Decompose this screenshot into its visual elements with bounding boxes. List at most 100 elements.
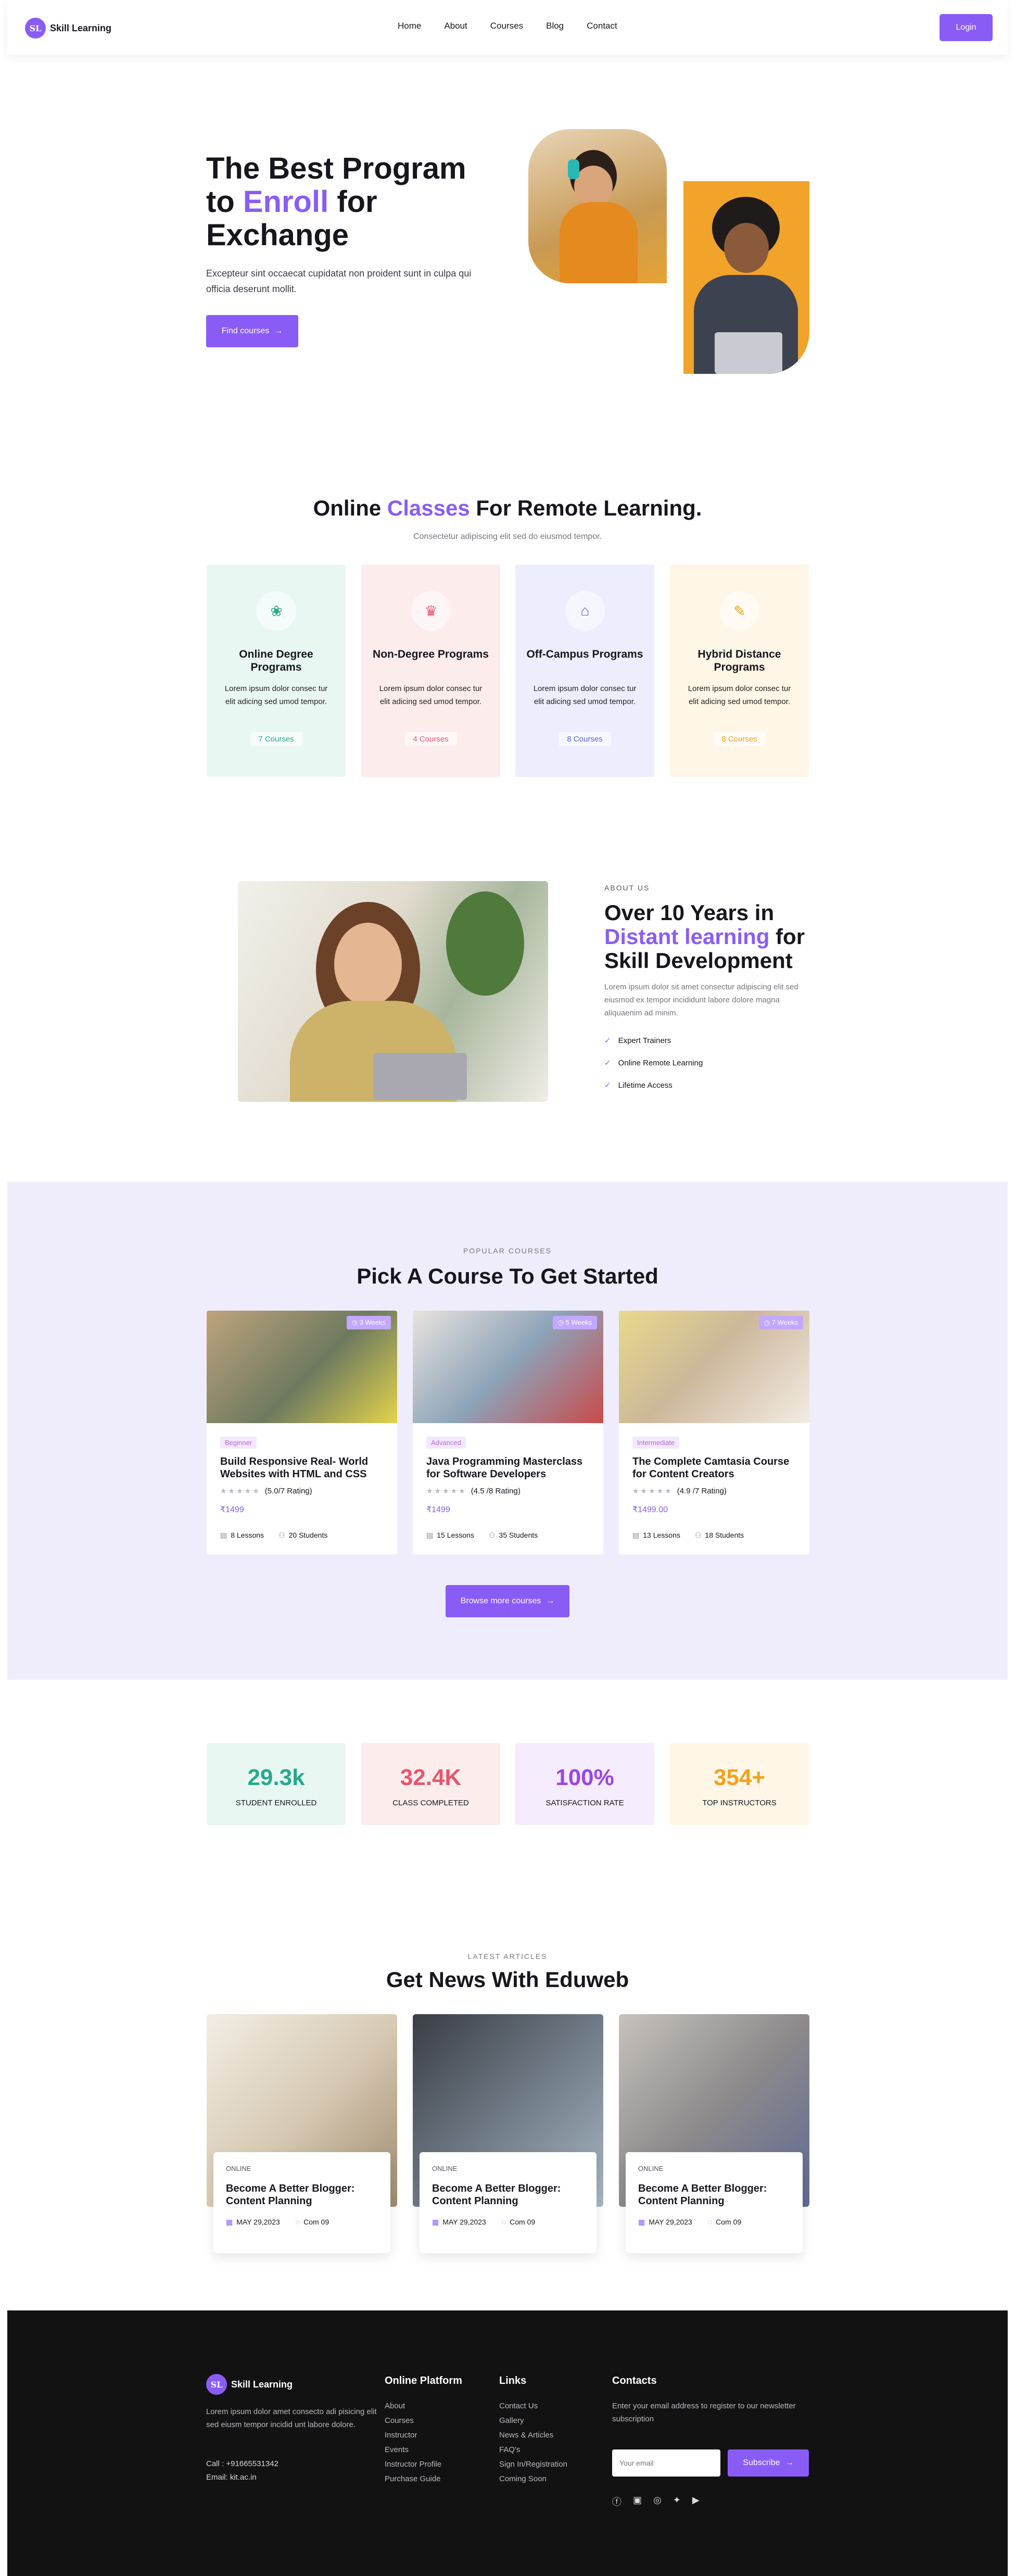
course-title[interactable]: Build Responsive Real- World Websites wi…: [220, 1455, 382, 1480]
main-menu: Home About Courses Blog Contact: [398, 21, 640, 31]
news-title[interactable]: Become A Better Blogger: Content Plannin…: [432, 2182, 583, 2207]
login-button[interactable]: Login: [940, 14, 993, 41]
courses-title: Pick A Course To Get Started: [357, 1264, 658, 1288]
category-description: Lorem ipsum dolor consec tur elit adicin…: [688, 684, 791, 706]
footer-link[interactable]: Coming Soon: [499, 2474, 567, 2483]
footer-link[interactable]: Instructor: [385, 2431, 462, 2440]
footer-link[interactable]: FAQ's: [499, 2445, 567, 2454]
footer-newsletter: Contacts Enter your email address to reg…: [612, 2375, 810, 2507]
course-title[interactable]: Java Programming Masterclass for Softwar…: [426, 1455, 588, 1480]
category-name: Non-Degree Programs: [373, 648, 489, 660]
hero-title: The Best Program to Enroll for Exchange: [206, 152, 498, 252]
book-icon: ▤: [426, 1531, 434, 1539]
site-logo[interactable]: SL Skill Learning: [25, 18, 111, 39]
logo-text: Skill Learning: [50, 22, 112, 33]
footer-link[interactable]: About: [385, 2402, 462, 2410]
course-count-badge[interactable]: 7 Courses: [250, 732, 302, 746]
stat-card: 100% SATISFACTION RATE: [515, 1743, 654, 1825]
news-comments-label: Com 09: [303, 2218, 329, 2226]
facebook-icon[interactable]: ⓕ: [612, 2495, 621, 2508]
students-label: 18 Students: [705, 1531, 744, 1539]
youtube-icon[interactable]: ▶: [692, 2495, 700, 2508]
check-item: ✓ Online Remote Learning: [604, 1058, 703, 1068]
users-icon: ⚇: [278, 1531, 285, 1539]
footer-link[interactable]: Events: [385, 2445, 462, 2454]
level-badge: Beginner: [220, 1437, 257, 1449]
duration-badge: ◷ 3 Weeks: [346, 1316, 391, 1329]
news-card[interactable]: ONLINE Become A Better Blogger: Content P…: [619, 2014, 809, 2253]
arrow-right-icon: →: [274, 326, 283, 335]
laptop-icon: [373, 1053, 467, 1100]
footer-link[interactable]: Gallery: [499, 2416, 567, 2425]
course-meta: ▤ 13 Lessons ⚇ 18 Students: [632, 1531, 744, 1540]
footer-contact: Call : +91665531342 Email: kit.ac.in: [206, 2457, 278, 2484]
face-shape: [724, 223, 769, 273]
footer-platform-title: Online Platform: [385, 2375, 462, 2386]
certificate-icon: ♛: [411, 591, 451, 631]
course-count-badge[interactable]: 8 Courses: [713, 732, 766, 746]
news-eyebrow: LATEST ARTICLES: [467, 1952, 548, 1961]
footer-link[interactable]: Courses: [385, 2416, 462, 2425]
lessons-count: ▤ 15 Lessons: [426, 1531, 474, 1540]
about-title-accent: Distant learning: [604, 924, 770, 949]
hybrid-icon: ✎: [720, 591, 759, 631]
course-card[interactable]: ◷ 5 Weeks Advanced Java Programming Master…: [413, 1311, 603, 1554]
category-card[interactable]: ❀ Online Degree Programs Lorem ipsum dolor…: [207, 564, 346, 777]
about-image-student: [238, 881, 548, 1102]
news-meta: ▦ MAY 29,2023 ◌ Com 09: [432, 2218, 535, 2227]
news-title[interactable]: Become A Better Blogger: Content Plannin…: [226, 2182, 377, 2207]
news-meta: ▦ MAY 29,2023 ◌ Com 09: [226, 2218, 329, 2227]
footer-link[interactable]: Contact Us: [499, 2402, 567, 2410]
category-description: Lorem ipsum dolor consec tur elit adicin…: [379, 684, 483, 706]
footer-logo[interactable]: SL Skill Learning: [206, 2374, 293, 2395]
course-count-badge[interactable]: 8 Courses: [559, 732, 611, 746]
news-comments: ◌ Com 09: [502, 2218, 535, 2227]
news-category: ONLINE: [432, 2165, 458, 2172]
stat-card: 354+ TOP INSTRUCTORS: [670, 1743, 809, 1825]
nav-contact[interactable]: Contact: [587, 21, 617, 31]
footer-link[interactable]: Purchase Guide: [385, 2474, 462, 2483]
about-eyebrow: ABOUT US: [604, 884, 650, 892]
page: SL Skill Learning Home About Courses Blo…: [0, 0, 1015, 2576]
rating-label: (5.0/7 Rating): [264, 1487, 312, 1496]
news-category: ONLINE: [226, 2165, 251, 2172]
news-title[interactable]: Become A Better Blogger: Content Plannin…: [638, 2182, 789, 2207]
category-card[interactable]: ✎ Hybrid Distance Programs Lorem ipsum dol…: [670, 564, 809, 777]
check-item: ✓ Expert Trainers: [604, 1036, 671, 1046]
check-icon: ✓: [604, 1036, 611, 1045]
news-card[interactable]: ONLINE Become A Better Blogger: Content P…: [207, 2014, 397, 2253]
calendar-icon: ▦: [432, 2218, 439, 2226]
stat-number: 354+: [713, 1765, 766, 1790]
arrow-right-icon: →: [785, 2458, 794, 2467]
course-card[interactable]: ◷ 3 Weeks Beginner Build Responsive Real- …: [207, 1311, 397, 1554]
rating-label: (4.5 /8 Rating): [471, 1487, 521, 1496]
star-rating-icon: ★★★★★: [426, 1487, 467, 1495]
nav-blog[interactable]: Blog: [546, 21, 564, 31]
course-count-badge[interactable]: 4 Courses: [404, 732, 457, 746]
nav-about[interactable]: About: [444, 21, 467, 31]
linkedin-icon[interactable]: ▣: [633, 2495, 642, 2508]
course-title[interactable]: The Complete Camtasia Course for Content…: [632, 1455, 794, 1480]
footer-link[interactable]: Instructor Profile: [385, 2460, 462, 2469]
instagram-icon[interactable]: ◎: [653, 2495, 662, 2508]
footer-link[interactable]: News & Articles: [499, 2431, 567, 2440]
twitter-icon[interactable]: ✦: [673, 2495, 681, 2508]
newsletter-email-input[interactable]: [612, 2449, 720, 2477]
face-shape: [334, 923, 402, 1006]
nav-home[interactable]: Home: [398, 21, 421, 31]
footer-link[interactable]: Sign In/Registration: [499, 2460, 567, 2469]
news-card[interactable]: ONLINE Become A Better Blogger: Content P…: [413, 2014, 603, 2253]
browse-courses-button[interactable]: Browse more courses →: [446, 1585, 569, 1617]
check-label: Expert Trainers: [618, 1036, 671, 1045]
course-price: ₹1499: [426, 1505, 450, 1514]
stat-number: 32.4K: [400, 1765, 462, 1790]
category-card[interactable]: ♛ Non-Degree Programs Lorem ipsum dolor co…: [361, 564, 500, 777]
about-title-part1: Over 10 Years in: [604, 900, 775, 925]
subscribe-button[interactable]: Subscribe →: [728, 2449, 809, 2477]
find-courses-button[interactable]: Find courses →: [206, 315, 298, 347]
course-card[interactable]: ◷ 7 Weeks Intermediate The Complete Camtas…: [619, 1311, 809, 1554]
category-card[interactable]: ⌂ Off-Campus Programs Lorem ipsum dolor co…: [515, 564, 654, 777]
top-navbar: SL Skill Learning Home About Courses Blo…: [7, 0, 1008, 55]
news-comments: ◌ Com 09: [708, 2218, 741, 2227]
nav-courses[interactable]: Courses: [490, 21, 523, 31]
